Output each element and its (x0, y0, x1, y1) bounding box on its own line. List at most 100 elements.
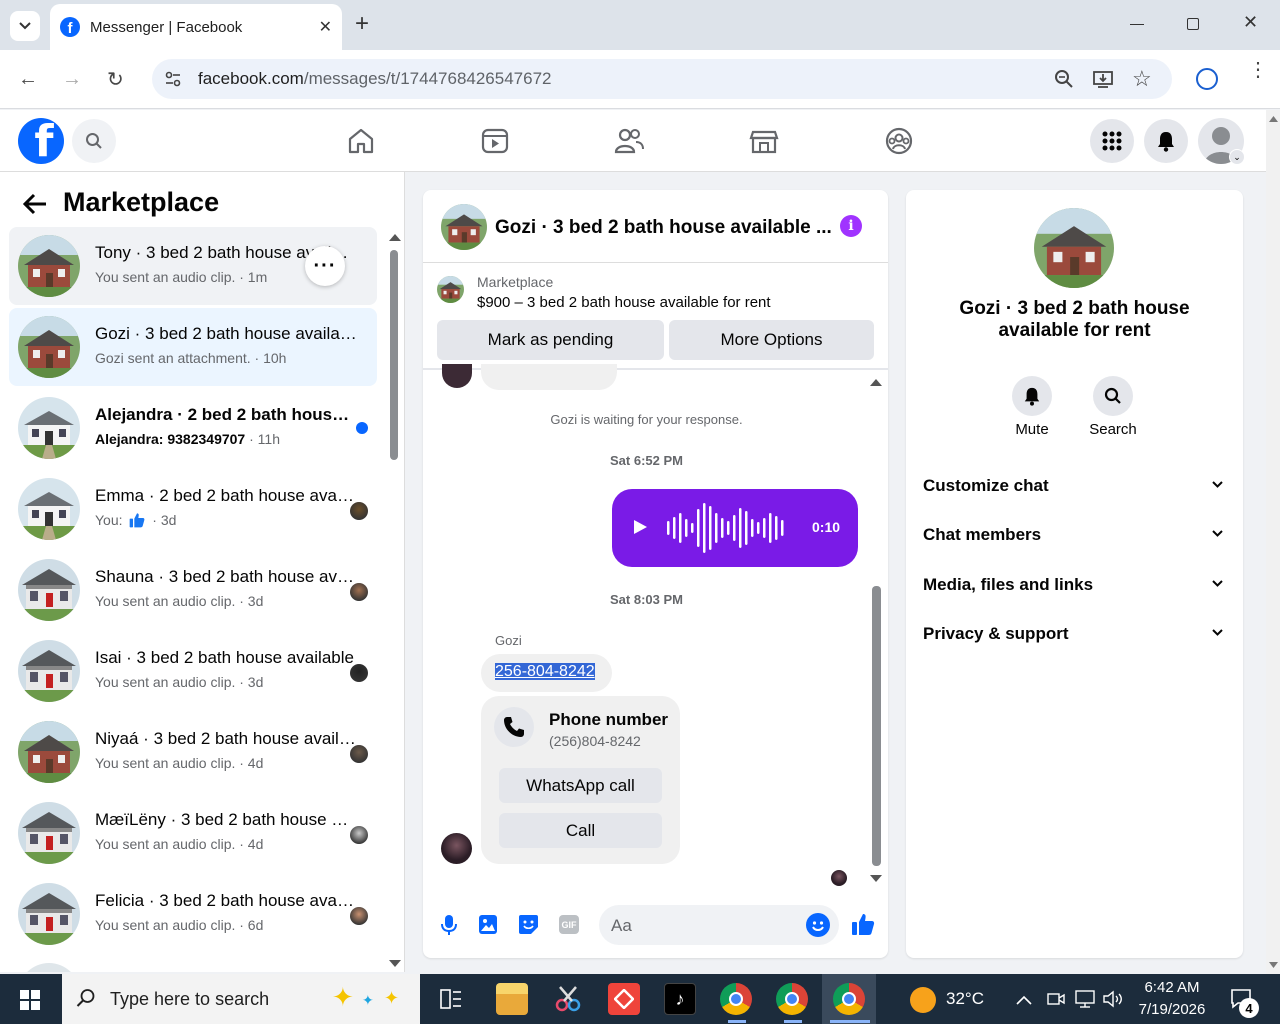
network-icon[interactable] (1074, 989, 1096, 1014)
chat-scroll-down-icon[interactable] (870, 875, 882, 882)
play-icon[interactable] (632, 519, 648, 540)
install-app-icon[interactable] (1092, 69, 1114, 94)
conversation-item[interactable]: MæïLëny · 3 bed 2 bath house available Yo… (9, 794, 377, 872)
account-chevron-icon[interactable]: ⌄ (1229, 149, 1245, 165)
menu-grid-icon[interactable] (1090, 119, 1134, 163)
clock-time[interactable]: 6:42 AM (1140, 979, 1204, 996)
snipping-tool-icon[interactable] (552, 983, 584, 1015)
whatsapp-call-button[interactable]: WhatsApp call (499, 768, 662, 803)
home-icon[interactable] (344, 124, 380, 158)
clock-date[interactable]: 7/19/2026 (1134, 1001, 1210, 1018)
microphone-icon[interactable] (439, 914, 459, 941)
zoom-icon[interactable] (1054, 69, 1074, 94)
conversation-snippet: You sent an audio clip. · 4d (95, 755, 263, 771)
message-input[interactable]: Aa (599, 905, 839, 945)
chrome-icon[interactable] (833, 983, 865, 1015)
conversation-thumbnail (18, 721, 80, 783)
conversation-info-pane: Gozi · 3 bed 2 bath house available for … (906, 190, 1243, 958)
media-files-links-section[interactable]: Media, files and links (923, 575, 1223, 595)
conversation-item[interactable]: Gozi · 3 bed 2 bath house available for … (9, 308, 377, 386)
notifications-bell-icon[interactable] (1144, 119, 1188, 163)
mark-as-pending-button[interactable]: Mark as pending (437, 320, 664, 360)
profile-icon[interactable] (1196, 68, 1218, 90)
forward-icon[interactable]: → (62, 68, 82, 91)
chat-avatar[interactable] (441, 204, 487, 250)
back-arrow-icon[interactable] (22, 192, 48, 221)
chrome-icon[interactable] (720, 983, 752, 1015)
volume-icon[interactable] (1102, 989, 1124, 1014)
task-view-icon[interactable] (440, 989, 462, 1014)
emoji-icon[interactable] (806, 913, 830, 937)
friends-icon[interactable] (612, 124, 648, 158)
conversation-title: Gozi · 3 bed 2 bath house available for … (959, 298, 1190, 341)
marketplace-icon[interactable] (747, 124, 783, 158)
listing-thumbnail[interactable] (437, 276, 464, 303)
close-tab-icon[interactable]: ✕ (319, 17, 332, 37)
conversation-item[interactable]: Emma · 2 bed 2 bath house available You: … (9, 470, 377, 548)
mute-label: Mute (1015, 421, 1049, 438)
more-options-button[interactable]: ··· (305, 246, 345, 286)
back-icon[interactable]: ← (18, 68, 38, 91)
minimize-icon[interactable] (1130, 24, 1144, 25)
temperature[interactable]: 32°C (946, 989, 984, 1009)
conversation-snippet: You sent an audio clip. · 1m (95, 269, 267, 285)
restore-icon[interactable] (1187, 18, 1199, 30)
listing-label: Marketplace (477, 274, 554, 290)
waveform-bar (775, 516, 778, 540)
tiktok-icon[interactable]: ♪ (664, 983, 696, 1015)
site-settings-icon[interactable] (164, 70, 182, 88)
search-highlight-icon: ✦ (362, 992, 374, 1008)
address-bar[interactable]: facebook.com/messages/t/1744768426547672… (152, 59, 1172, 99)
listing-text[interactable]: $900 – 3 bed 2 bath house available for … (477, 294, 771, 311)
windows-start-icon[interactable] (20, 990, 40, 1015)
phone-message-text[interactable]: 256-804-8242 (495, 663, 595, 680)
privacy-support-section[interactable]: Privacy & support (923, 624, 1223, 644)
chat-header-title[interactable]: Gozi · 3 bed 2 bath house available ... (495, 217, 832, 239)
browser-tab[interactable]: f Messenger | Facebook ✕ (50, 4, 342, 50)
chat-members-section[interactable]: Chat members (923, 525, 1223, 545)
mute-button[interactable] (1012, 376, 1052, 416)
meet-icon[interactable] (1047, 990, 1065, 1013)
file-explorer-icon[interactable] (496, 983, 528, 1015)
search-icon[interactable] (72, 119, 116, 163)
sticker-icon[interactable] (518, 914, 539, 940)
taskbar-search-box[interactable]: Type here to search ✦ ✦ ✦ (62, 974, 420, 1024)
page-scrollbar[interactable] (1266, 110, 1280, 974)
conversation-item[interactable]: Shauna · 3 bed 2 bath house available You… (9, 551, 377, 629)
phone-icon (494, 707, 534, 747)
waveform-bar (745, 511, 748, 545)
anydesk-icon[interactable] (608, 983, 640, 1015)
search-button[interactable] (1093, 376, 1133, 416)
phone-message-bubble[interactable]: 256-804-8242 (481, 654, 612, 692)
new-tab-button[interactable]: + (355, 10, 369, 38)
bookmark-star-icon[interactable]: ☆ (1132, 66, 1152, 92)
facebook-logo-icon[interactable]: f (18, 118, 64, 164)
video-icon[interactable] (478, 124, 514, 158)
conversation-avatar[interactable] (1034, 208, 1114, 288)
chat-scroll-up-icon[interactable] (870, 379, 882, 386)
call-button[interactable]: Call (499, 813, 662, 848)
groups-icon[interactable] (882, 124, 918, 158)
conversation-item[interactable]: Niyaá · 3 bed 2 bath house available You … (9, 713, 377, 791)
like-thumbs-up-icon[interactable] (851, 912, 875, 941)
info-icon[interactable]: i (840, 215, 862, 237)
close-window-icon[interactable]: ✕ (1243, 12, 1258, 33)
conversation-scrollbar[interactable] (388, 230, 402, 972)
chrome-icon[interactable] (776, 983, 808, 1015)
photo-icon[interactable] (478, 914, 498, 940)
conversation-item[interactable]: Felicia · 3 bed 2 bath house available Yo… (9, 875, 377, 953)
customize-chat-section[interactable]: Customize chat (923, 476, 1223, 496)
conversation-item[interactable]: Isai · 3 bed 2 bath house available You s… (9, 632, 377, 710)
audio-message[interactable]: 0:10 (612, 489, 858, 567)
browser-menu-icon[interactable]: ⋮ (1248, 60, 1268, 80)
section-label: Privacy & support (923, 624, 1069, 643)
tab-search-icon[interactable] (10, 11, 40, 41)
conversation-item[interactable]: Alejandra · 2 bed 2 bath house available… (9, 389, 377, 467)
gif-icon[interactable]: GIF (559, 915, 579, 934)
chat-scrollbar-thumb[interactable] (872, 586, 881, 866)
weather-icon[interactable] (910, 987, 936, 1013)
search-highlight-icon: ✦ (384, 988, 400, 1008)
more-options-button[interactable]: More Options (669, 320, 874, 360)
chevron-up-icon[interactable] (1016, 992, 1032, 1010)
reload-icon[interactable]: ↻ (107, 67, 124, 92)
